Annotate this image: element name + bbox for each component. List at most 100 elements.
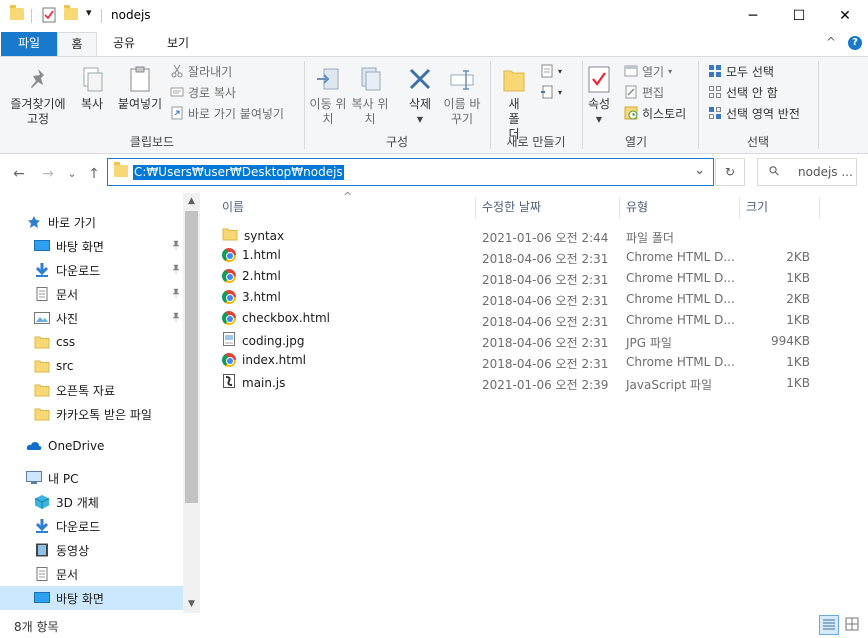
properties-button[interactable]: 속성 ▼ <box>584 65 614 127</box>
easy-access-button[interactable]: ▾ <box>540 83 562 101</box>
folder-icon <box>34 359 50 373</box>
tab-file[interactable]: 파일 <box>1 32 57 56</box>
large-icons-view-button[interactable] <box>843 615 863 635</box>
nav-item-kakaotalk[interactable]: 카카오톡 받은 파일 <box>0 402 183 426</box>
cut-button[interactable]: 잘라내기 <box>170 62 232 80</box>
nav-item-3d-objects[interactable]: 3D 개체 <box>0 490 183 514</box>
file-date: 2018-04-06 오전 2:31 <box>482 273 609 287</box>
nav-item-label: 다운로드 <box>56 519 101 534</box>
pin-quick-access-button[interactable]: 즐겨찾기에 고정 <box>6 65 70 127</box>
up-button[interactable]: ↑ <box>83 164 105 184</box>
file-row[interactable]: index.html 2018-04-06 오전 2:31 Chrome HTM… <box>220 352 822 373</box>
qat-dropdown-icon[interactable]: ▾ <box>86 6 92 19</box>
refresh-button[interactable]: ↻ <box>715 158 745 186</box>
paste-button[interactable]: 붙여넣기 <box>114 65 166 112</box>
delete-button[interactable]: 삭제 ▼ <box>400 65 440 127</box>
nav-item-downloads[interactable]: 다운로드 <box>0 258 183 282</box>
search-box[interactable]: ⚲ nodejs ... <box>757 158 857 186</box>
column-divider[interactable] <box>819 197 820 219</box>
file-row[interactable]: 2.html 2018-04-06 오전 2:31 Chrome HTML D.… <box>220 268 822 289</box>
open-button[interactable]: 열기 ▾ <box>624 62 672 80</box>
folder-icon <box>34 383 50 397</box>
column-header-date[interactable]: 수정한 날짜 <box>482 193 541 221</box>
nav-item-src[interactable]: src <box>0 354 183 378</box>
address-bar[interactable]: C:₩Users₩user₩Desktop₩nodejs ⌄ <box>107 158 714 186</box>
recent-locations-button[interactable]: ⌄ <box>63 164 81 184</box>
tab-home[interactable]: 홈 <box>57 32 97 56</box>
file-row[interactable]: main.js 2021-01-06 오전 2:39 JavaScript 파일… <box>220 373 822 394</box>
properties-qat-icon[interactable] <box>42 7 56 26</box>
new-folder-button[interactable]: 새 폴더 <box>494 65 534 142</box>
new-item-dropdown-icon: ▾ <box>558 66 563 76</box>
scrollbar-thumb[interactable] <box>185 211 198 503</box>
file-type: Chrome HTML D... <box>626 292 735 306</box>
file-size: 1KB <box>786 271 810 285</box>
column-divider[interactable] <box>475 197 476 219</box>
rename-button[interactable]: 이름 바꾸기 <box>442 65 482 127</box>
nav-item-desktop[interactable]: 바탕 화면 <box>0 234 183 258</box>
search-placeholder: nodejs ... <box>798 165 853 179</box>
ribbon-divider <box>818 61 819 149</box>
nav-item-onedrive[interactable]: OneDrive <box>0 434 183 458</box>
folder-icon <box>34 407 50 421</box>
scroll-down-arrow-icon[interactable]: ▼ <box>183 596 200 613</box>
forward-button[interactable]: → <box>37 164 59 184</box>
close-button[interactable]: ✕ <box>822 0 868 32</box>
column-divider[interactable] <box>619 197 620 219</box>
copy-path-button[interactable]: 경로 복사 <box>170 83 236 101</box>
file-row[interactable]: 1.html 2018-04-06 오전 2:31 Chrome HTML D.… <box>220 247 822 268</box>
quick-access-item[interactable]: 바로 가기 <box>0 210 183 234</box>
nav-item-css[interactable]: css <box>0 330 183 354</box>
nav-item-label: 문서 <box>56 567 79 582</box>
nav-item-this-pc[interactable]: 내 PC <box>0 466 183 490</box>
column-header-type[interactable]: 유형 <box>626 193 648 221</box>
file-row[interactable]: 3.html 2018-04-06 오전 2:31 Chrome HTML D.… <box>220 289 822 310</box>
file-row[interactable]: coding.jpg 2018-04-06 오전 2:31 JPG 파일 994… <box>220 331 822 352</box>
nav-pane-scrollbar[interactable]: ▲ ▼ <box>183 193 200 613</box>
column-divider[interactable] <box>739 197 740 219</box>
help-icon[interactable]: ? <box>848 36 862 50</box>
nav-item-documents[interactable]: 문서 <box>0 282 183 306</box>
select-all-button[interactable]: 모두 선택 <box>708 62 774 80</box>
select-none-label: 선택 안 함 <box>726 85 778 100</box>
file-row[interactable]: syntax 2021-01-06 오전 2:44 파일 폴더 <box>220 226 822 247</box>
folder-icon <box>222 227 238 244</box>
collapse-ribbon-icon[interactable]: ^ <box>826 35 836 49</box>
file-name: 1.html <box>242 248 281 262</box>
nav-item-pc-documents[interactable]: 문서 <box>0 562 183 586</box>
large-icons-view-icon <box>845 617 859 631</box>
back-button[interactable]: ← <box>8 164 30 184</box>
select-none-button[interactable]: 선택 안 함 <box>708 83 778 101</box>
history-button[interactable]: 히스토리 <box>624 104 686 122</box>
tab-share[interactable]: 공유 <box>104 32 144 56</box>
paste-shortcut-button[interactable]: 바로 가기 붙여넣기 <box>170 104 284 122</box>
maximize-button[interactable]: ☐ <box>776 0 822 32</box>
column-header-name[interactable]: 이름 <box>222 193 244 221</box>
address-dropdown-icon[interactable]: ⌄ <box>694 163 705 178</box>
paste-icon <box>126 65 154 95</box>
tab-view[interactable]: 보기 <box>158 32 198 56</box>
scroll-up-arrow-icon[interactable]: ▲ <box>183 193 200 210</box>
copy-button[interactable]: 복사 <box>74 65 110 112</box>
details-view-button[interactable] <box>819 615 839 635</box>
copy-to-button[interactable]: 복사 위치 <box>350 65 390 127</box>
file-row[interactable]: checkbox.html 2018-04-06 오전 2:31 Chrome … <box>220 310 822 331</box>
minimize-button[interactable]: ─ <box>730 0 776 32</box>
move-to-button[interactable]: 이동 위치 <box>308 65 348 127</box>
sort-ascending-icon: ^ <box>343 190 353 203</box>
nav-item-opentalk[interactable]: 오픈톡 자료 <box>0 378 183 402</box>
move-to-label: 이동 위치 <box>309 97 347 126</box>
nav-item-pictures[interactable]: 사진 <box>0 306 183 330</box>
desktop-icon <box>34 591 50 605</box>
edit-button[interactable]: 편집 <box>624 83 664 101</box>
nav-item-pc-downloads[interactable]: 다운로드 <box>0 514 183 538</box>
new-folder-qat-icon[interactable] <box>64 5 78 20</box>
nav-item-videos[interactable]: 동영상 <box>0 538 183 562</box>
new-folder-icon <box>500 65 528 95</box>
nav-item-pc-desktop[interactable]: 바탕 화면 <box>0 586 183 610</box>
address-path-text[interactable]: C:₩Users₩user₩Desktop₩nodejs <box>133 165 344 180</box>
invert-selection-button[interactable]: 선택 영역 반전 <box>708 104 800 122</box>
new-group-label: 새로 만들기 <box>506 135 566 149</box>
new-item-button[interactable]: ▾ <box>540 62 562 80</box>
column-header-size[interactable]: 크기 <box>746 193 768 221</box>
